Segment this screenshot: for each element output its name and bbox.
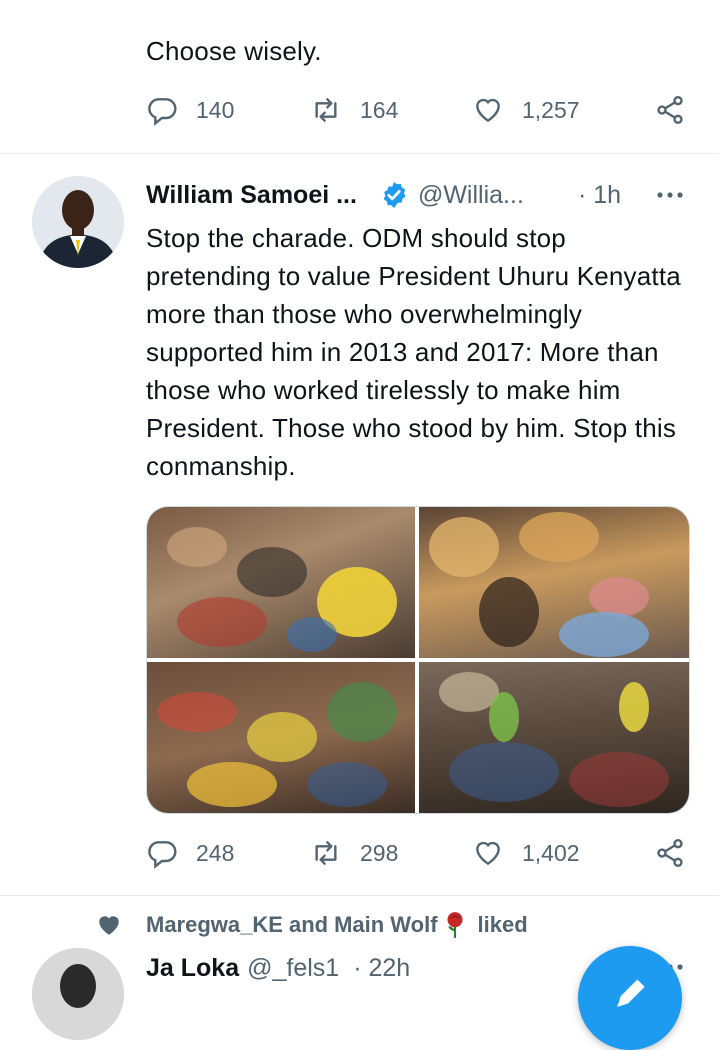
prev-tweet-text: Choose wisely.: [146, 36, 322, 66]
prev-reply-count: 140: [196, 96, 235, 123]
like-count: 1,402: [522, 839, 580, 866]
next-tweet-author-name[interactable]: Ja Loka: [146, 954, 239, 983]
next-tweet-time[interactable]: · 22h: [353, 954, 410, 983]
social-context[interactable]: Maregwa_KE and Main Wolf liked: [146, 911, 528, 939]
next-author-avatar[interactable]: [32, 948, 124, 1040]
reply-count: 248: [196, 839, 235, 866]
prev-share-button[interactable]: [654, 94, 704, 126]
media-photo-4[interactable]: [419, 662, 689, 813]
retweet-icon: [315, 841, 337, 865]
compose-icon: [617, 979, 645, 1007]
tweet-divider: [0, 153, 719, 154]
share-icon: [657, 96, 683, 124]
prev-reply-button[interactable]: 140: [146, 94, 234, 126]
compose-tweet-button[interactable]: [578, 946, 682, 1050]
reply-icon: [148, 841, 177, 869]
like-button[interactable]: 1,402: [472, 837, 580, 869]
media-photo-2[interactable]: [419, 507, 689, 658]
retweet-count: 298: [360, 839, 399, 866]
liked-by-user-1[interactable]: Maregwa_KE: [146, 912, 283, 938]
heart-icon: [476, 98, 500, 123]
media-photo-1[interactable]: [147, 507, 415, 658]
tweet-divider: [0, 895, 719, 896]
more-options-icon[interactable]: [655, 183, 685, 207]
prev-retweet-button[interactable]: 164: [310, 94, 398, 126]
tweet-author-name[interactable]: William Samoei ...: [146, 181, 357, 210]
verified-badge-icon: [383, 181, 406, 209]
media-photo-3[interactable]: [147, 662, 415, 813]
prev-like-button[interactable]: 1,257: [472, 94, 580, 126]
share-icon: [657, 839, 683, 867]
prev-retweet-count: 164: [360, 96, 399, 123]
reply-button[interactable]: 248: [146, 837, 234, 869]
reply-icon: [148, 98, 177, 126]
author-avatar[interactable]: [32, 176, 124, 268]
share-button[interactable]: [654, 837, 704, 869]
avatar-portrait: [32, 176, 124, 268]
tweet-time[interactable]: · 1h: [578, 181, 621, 210]
next-tweet-handle[interactable]: @_fels1: [247, 954, 339, 983]
heart-icon: [476, 841, 500, 866]
liked-suffix: liked: [477, 912, 528, 937]
liked-by-user-2[interactable]: Main Wolf: [334, 912, 437, 938]
tweet-text: Stop the charade. ODM should stop preten…: [146, 223, 681, 481]
retweet-icon: [315, 98, 337, 122]
rose-icon: [447, 912, 463, 938]
tweet-handle[interactable]: @Willia...: [418, 181, 524, 210]
liked-heart-icon: [96, 912, 122, 938]
retweet-button[interactable]: 298: [310, 837, 398, 869]
tweet-media-grid[interactable]: [146, 506, 690, 814]
prev-like-count: 1,257: [522, 96, 580, 123]
liked-by-and: and: [288, 912, 329, 937]
avatar-portrait: [32, 948, 124, 1040]
